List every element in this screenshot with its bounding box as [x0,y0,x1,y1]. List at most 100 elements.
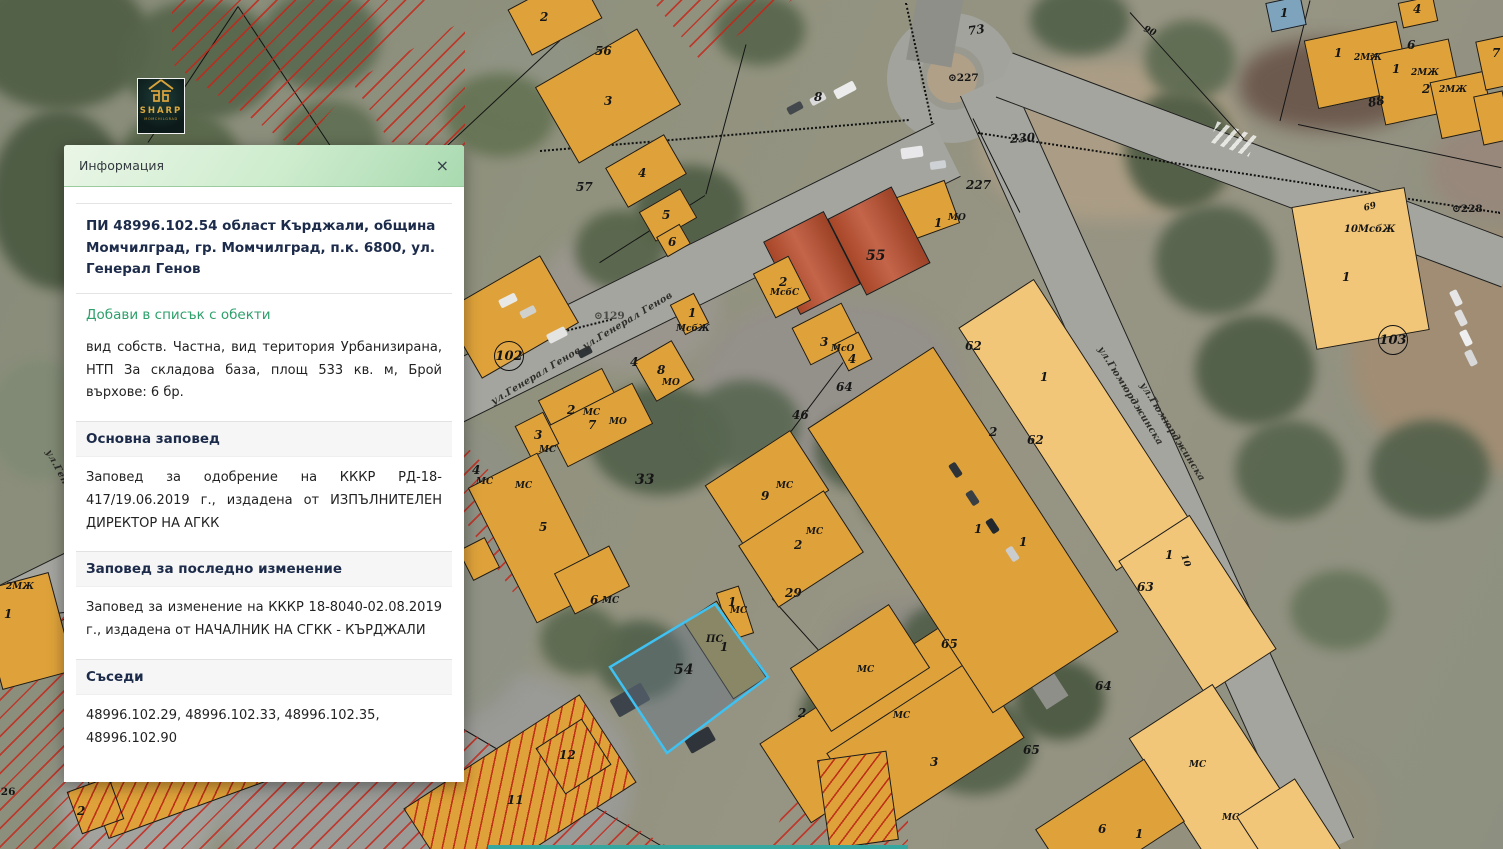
tree [1155,205,1275,315]
tree [1145,20,1235,100]
popup-body: ПИ 48996.102.54 област Кърджали, община … [64,187,464,782]
map-label: 1 [1135,827,1143,841]
map-label: 2 [540,10,548,24]
map-label: 1 [4,607,12,621]
map-label: 65 [941,637,958,651]
map-label: 6 [668,235,676,249]
tree [1235,420,1345,520]
map-label: 5 [662,208,670,222]
map-label: 8 [814,90,822,104]
map-label: ⊙227 [948,72,979,84]
map-edge-strip [488,845,908,849]
map-label: 4 [848,352,856,366]
map-label: 1 [1334,46,1342,60]
vehicle [833,80,857,99]
map-building[interactable] [1291,187,1429,350]
map-label: 2МЖ [1439,85,1467,95]
map-label: 2 [1422,82,1430,96]
map-label: 1 [720,640,728,654]
logo-sub-text: MOMCHILGRAD [144,117,178,121]
map-label: 227 [966,178,991,192]
popup-header: Информация × [64,145,464,187]
map-label: 1 [1280,6,1288,20]
map-label: МО [609,417,627,427]
tree [1290,570,1390,650]
map-label: МС [1189,760,1206,770]
map-label: 3 [534,428,542,442]
map-label: 9 [761,489,769,503]
last-amendment-text: Заповед за изменение на КККР 18-8040-02.… [76,587,452,653]
map-label: 2 [794,538,802,552]
map-label: 4 [1413,2,1421,16]
tree [1195,315,1315,425]
map-label: 6 [1098,822,1106,836]
tree [715,0,805,65]
map-label: 2 [77,804,85,818]
add-to-list-link[interactable]: Добави в списък с обекти [76,294,452,327]
map-label: 46 [792,408,809,422]
map-label: МС [583,408,600,418]
quarter-number-circle: 103 [1378,325,1408,355]
map-label: 2МЖ [1354,53,1382,63]
map-label: 62 [1027,433,1044,447]
parcel-properties: вид собств. Частна, вид територия Урбани… [76,327,452,415]
map-label: 65 [1023,743,1040,757]
map-label: 1 [1040,370,1048,384]
map-label: 4 [630,355,638,369]
sharp-logo-emblem [146,79,176,105]
map-label: МС [602,596,619,606]
map-label: 55 [866,248,885,264]
map-label: 5 [539,520,547,534]
info-popup: Информация × ПИ 48996.102.54 област Кърд… [64,145,464,782]
map-label: 57 [576,180,593,194]
map-label: 2 [798,706,806,720]
map-label: МсбС [770,288,799,298]
map-label: ⊙228 [1452,203,1483,215]
map-label: 4 [638,166,646,180]
map-label: 7 [588,418,596,432]
vehicle [900,145,923,159]
map-label: 10МсбЖ [1344,224,1395,235]
map-label: 1 [688,306,696,320]
map-label: 1 [934,216,942,230]
map-label: 2 [779,275,787,289]
map-label: 3 [604,94,612,108]
map-label: 12 [559,748,576,762]
map-label: ⊙26 [0,786,15,798]
map-building[interactable] [817,751,899,849]
map-label: 8 [657,363,665,377]
map-label: 62 [965,339,982,353]
quarter-number-circle: 102 [494,341,524,371]
map-label: МС [806,527,823,537]
map-label: 1 [1019,535,1027,549]
map-label: 1 [1165,548,1173,562]
map-label: 3 [820,335,828,349]
tree [1370,420,1490,520]
map-label: 73 [967,22,985,38]
vehicle [786,101,804,116]
map-label: МС [776,481,793,491]
neighbours-text: 48996.102.29, 48996.102.33, 48996.102.35… [76,695,452,761]
map-label: 33 [635,472,654,488]
map-label: 6 [1407,38,1415,52]
tree [1030,0,1130,55]
map-label: 64 [836,380,853,394]
map-label: 2 [989,425,997,439]
main-order-text: Заповед за одобрение на КККР РД-18-417/1… [76,457,452,545]
close-icon[interactable]: × [436,158,449,174]
map-label: 1 [1392,62,1400,76]
map-label: 6 [590,593,598,607]
section-last-amendment: Заповед за последно изменение [76,551,452,587]
map-label: 63 [1137,580,1154,594]
parcel-title: ПИ 48996.102.54 област Кърджали, община … [76,203,452,294]
map-label: 88 [1367,93,1386,110]
sharp-logo: SHARP MOMCHILGRAD [137,78,185,134]
map-label: 11 [507,793,524,807]
map-label: МС [539,445,556,455]
map-label: 2МЖ [6,582,34,592]
map-label: 4 [472,463,480,477]
map-label: МС [515,481,532,491]
map-label: 1 [1342,270,1350,284]
section-neighbours: Съседи [76,659,452,695]
map-label: МО [662,378,680,388]
